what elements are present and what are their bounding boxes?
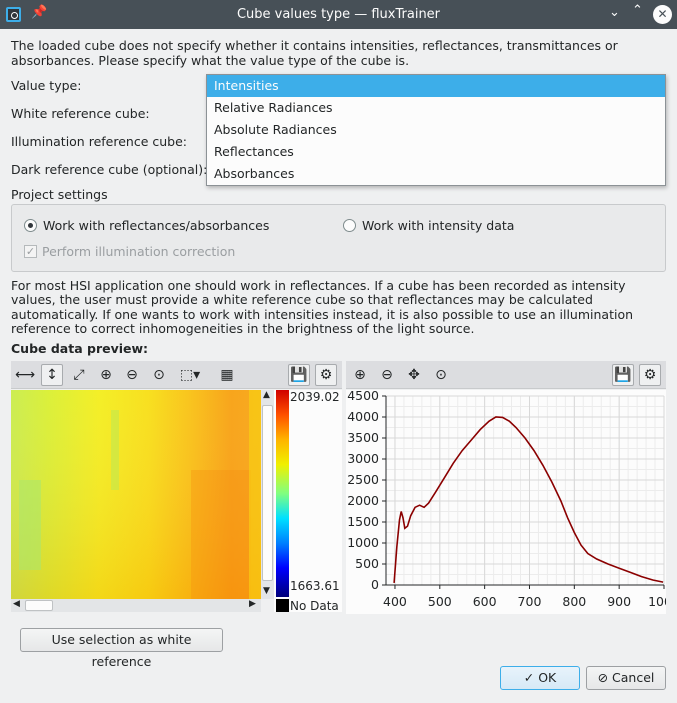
preview-title: Cube data preview: <box>11 341 149 356</box>
radio-intensity-label[interactable]: Work with intensity data <box>362 218 514 233</box>
use-white-ref-button[interactable]: Use selection as white reference <box>20 628 223 669</box>
radio-reflectances[interactable] <box>24 219 37 232</box>
zoom-out-icon[interactable]: ⊖ <box>376 364 398 386</box>
ok-label: OK <box>538 670 557 685</box>
value-type-dropdown[interactable]: Intensities Relative Radiances Absolute … <box>206 74 666 186</box>
scroll-down-icon[interactable]: ▼ <box>263 586 270 596</box>
project-settings-title: Project settings <box>11 187 108 202</box>
y-tick-label: 2500 <box>347 472 379 487</box>
x-tick-label: 400 <box>383 594 407 609</box>
colorbar <box>276 390 289 597</box>
zoom-in-icon[interactable]: ⊕ <box>349 364 371 386</box>
colorbar-max: 2039.02 <box>290 390 340 404</box>
fit-expand-icon[interactable]: ⤢ <box>68 364 90 386</box>
value-type-label: Value type: <box>11 78 82 93</box>
dark-ref-label: Dark reference cube (optional): <box>11 162 208 177</box>
colorbar-min: 1663.61 <box>290 579 340 593</box>
x-tick-label: 1000 <box>648 594 666 609</box>
intro-text: The loaded cube does not specify whether… <box>11 38 618 68</box>
x-tick-label: 500 <box>428 594 452 609</box>
x-tick-label: 600 <box>473 594 497 609</box>
nodata-label: No Data <box>290 599 339 613</box>
illum-correction-checkbox[interactable]: ✓ <box>24 245 37 258</box>
stretch-vertical-icon[interactable]: ↕ <box>41 364 63 386</box>
title-bar: 📌 Cube values type — fluxTrainer ⌄ ⌃ ✕ <box>0 0 677 29</box>
heatmap-hscroll[interactable]: ◀ ▶ <box>11 599 261 612</box>
zoom-out-icon[interactable]: ⊖ <box>121 364 143 386</box>
close-icon[interactable]: ✕ <box>653 5 672 24</box>
image-toolbar: ⟷ ↕ ⤢ ⊕ ⊖ ⊙ ⬚▾ ▦ 💾 ⚙ <box>11 361 342 389</box>
x-tick-label: 700 <box>518 594 542 609</box>
window-title: Cube values type — fluxTrainer <box>236 7 441 22</box>
crosshair-icon[interactable]: ⊙ <box>148 364 170 386</box>
spectrum-chart[interactable]: 400 500 600 700 800 900 1000 0 500 1000 1500 2000 25… <box>346 390 666 614</box>
stretch-horizontal-icon[interactable]: ⟷ <box>14 364 36 386</box>
chevron-up-icon[interactable]: ⌃ <box>632 3 643 18</box>
option-intensities[interactable]: Intensities <box>207 75 665 97</box>
vscroll-handle[interactable] <box>262 405 273 581</box>
y-tick-label: 4000 <box>347 409 379 424</box>
project-settings-group: Work with reflectances/absorbances Work … <box>11 204 666 272</box>
pan-icon[interactable]: ✥ <box>403 364 425 386</box>
y-tick-label: 4500 <box>347 390 379 403</box>
scroll-right-icon[interactable]: ▶ <box>249 599 256 609</box>
option-relative-radiances[interactable]: Relative Radiances <box>207 97 665 119</box>
y-tick-label: 3000 <box>347 451 379 466</box>
cancel-button[interactable]: ⊘ Cancel <box>586 666 666 690</box>
y-tick-label: 500 <box>355 556 379 571</box>
option-reflectances[interactable]: Reflectances <box>207 141 665 163</box>
y-tick-label: 2000 <box>347 493 379 508</box>
white-ref-label: White reference cube: <box>11 106 150 121</box>
heatmap-vscroll[interactable]: ▲ ▼ <box>261 390 274 599</box>
crosshair-icon[interactable]: ⊙ <box>430 364 452 386</box>
selection-rect-icon[interactable]: ⬚▾ <box>175 364 205 386</box>
radio-intensity[interactable] <box>343 219 356 232</box>
option-absorbances[interactable]: Absorbances <box>207 163 665 185</box>
scroll-left-icon[interactable]: ◀ <box>13 599 20 609</box>
x-tick-label: 900 <box>607 594 631 609</box>
y-tick-label: 3500 <box>347 430 379 445</box>
colormap-icon[interactable]: ▦ <box>216 364 238 386</box>
cube-heatmap[interactable] <box>11 390 261 599</box>
spectrum-toolbar: ⊕ ⊖ ✥ ⊙ 💾 ⚙ <box>346 361 666 389</box>
illum-correction-label: Perform illumination correction <box>42 244 236 259</box>
cancel-label: Cancel <box>612 670 655 685</box>
cancel-circle-icon: ⊘ <box>597 670 609 685</box>
info-text: For most HSI application one should work… <box>11 278 634 336</box>
y-tick-label: 1000 <box>347 535 379 550</box>
scroll-up-icon[interactable]: ▲ <box>263 390 270 400</box>
check-icon: ✓ <box>523 670 535 685</box>
zoom-in-icon[interactable]: ⊕ <box>95 364 117 386</box>
y-tick-label: 0 <box>371 577 379 592</box>
chevron-down-icon[interactable]: ⌄ <box>609 5 620 20</box>
save-icon[interactable]: 💾 <box>612 364 634 386</box>
gear-icon[interactable]: ⚙ <box>315 364 337 386</box>
radio-reflectances-label[interactable]: Work with reflectances/absorbances <box>43 218 269 233</box>
y-tick-label: 1500 <box>347 514 379 529</box>
nodata-swatch <box>276 599 289 612</box>
x-tick-label: 800 <box>562 594 586 609</box>
spectrum-line <box>393 416 664 583</box>
save-icon[interactable]: 💾 <box>288 364 310 386</box>
illum-ref-label: Illumination reference cube: <box>11 134 187 149</box>
ok-button[interactable]: ✓ OK <box>500 666 580 690</box>
option-absolute-radiances[interactable]: Absolute Radiances <box>207 119 665 141</box>
gear-icon[interactable]: ⚙ <box>639 364 661 386</box>
hscroll-handle[interactable] <box>25 600 53 611</box>
